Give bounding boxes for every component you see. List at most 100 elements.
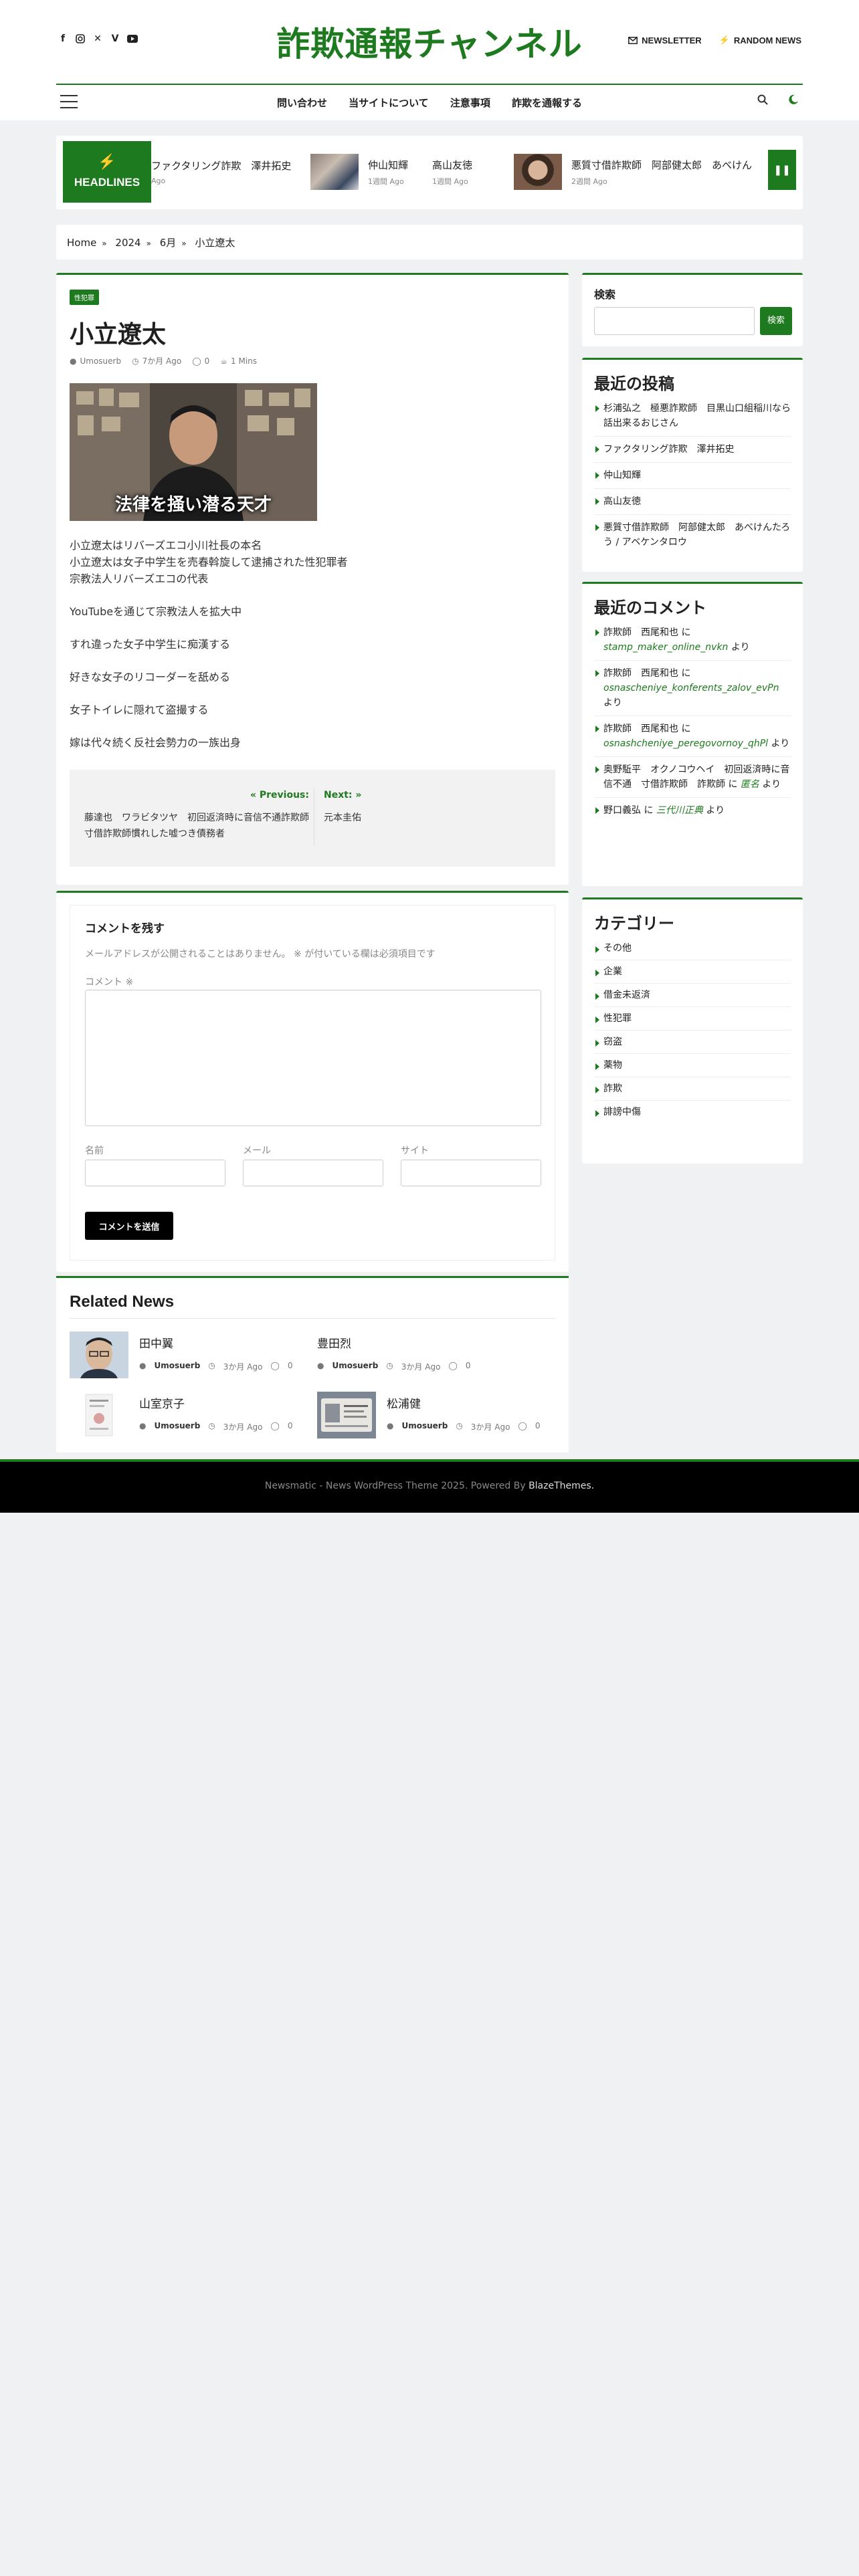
comment-post-link[interactable]: osnascheniye_konferents_zalov_evPn — [603, 683, 779, 693]
chevron-right-icon: » — [181, 239, 187, 248]
ticker-thumbnail[interactable] — [310, 154, 359, 190]
nav-item-contact[interactable]: 問い合わせ — [277, 98, 327, 109]
comment-post-link[interactable]: osnashcheniye_peregovornoy_qhPl — [603, 738, 768, 749]
footer-text: Newsmatic - News WordPress Theme 2025. P… — [264, 1481, 529, 1491]
next-post-title[interactable]: 元本圭佑 — [324, 810, 538, 826]
comment-post-link[interactable]: stamp_maker_online_nvkn — [603, 642, 728, 653]
related-author[interactable]: Umosuerb — [401, 1421, 448, 1432]
related-item[interactable]: 松浦健 ● Umosuerb ◷ 3か月 Ago ◯ 0 — [317, 1392, 551, 1442]
nav-item-notice[interactable]: 注意事項 — [450, 98, 490, 109]
footer-brand-link[interactable]: BlazeThemes. — [529, 1481, 594, 1491]
nav-item-report[interactable]: 詐欺を通報する — [512, 98, 582, 109]
related-title[interactable]: 田中翼 — [139, 1334, 173, 1351]
comment-post-link[interactable]: 匿名 — [741, 779, 759, 790]
category-item[interactable]: 詐欺 — [594, 1077, 791, 1101]
nav-item-about[interactable]: 当サイトについて — [349, 98, 429, 109]
comment-author[interactable]: 詐欺師 西尾和也 — [603, 724, 678, 734]
author-meta[interactable]: ● Umosuerb — [70, 356, 121, 366]
related-thumbnail[interactable] — [70, 1331, 128, 1378]
recent-post-item[interactable]: 杉浦弘之 極悪詐欺師 目黒山口組稲川なら話出来るおじさん — [594, 396, 791, 437]
comment-count-meta[interactable]: ◯ 0 — [192, 356, 209, 366]
next-post-link[interactable]: Next: » 元本圭佑 — [324, 790, 538, 826]
related-author[interactable]: Umosuerb — [154, 1421, 200, 1432]
ticker-item[interactable]: 高山友徳 1週間 Ago — [432, 141, 472, 203]
category-item[interactable]: その他 — [594, 937, 791, 960]
ticker-item[interactable]: 悪質寸借詐欺師 阿部健太郎 あべけん 2週間 Ago — [514, 141, 752, 203]
related-author[interactable]: Umosuerb — [332, 1361, 378, 1372]
related-item[interactable]: 山室京子 ● Umosuerb ◷ 3か月 Ago ◯ 0 — [70, 1392, 304, 1442]
recent-post-item[interactable]: 高山友徳 — [594, 489, 791, 515]
email-input[interactable] — [243, 1160, 383, 1186]
submit-comment-button[interactable]: コメントを送信 — [85, 1212, 173, 1240]
category-item[interactable]: 誹謗中傷 — [594, 1101, 791, 1123]
comment-textarea[interactable] — [85, 990, 541, 1126]
categories-heading: カテゴリー — [594, 915, 674, 933]
category-item[interactable]: 性犯罪 — [594, 1007, 791, 1031]
recent-comments-heading: 最近のコメント — [594, 599, 706, 617]
recent-post-item[interactable]: 悪質寸借詐欺師 阿部健太郎 あべけんたろう / アベケンタロウ — [594, 515, 791, 555]
comment-post-link[interactable]: 三代川正典 — [656, 805, 703, 816]
related-title[interactable]: 豊田烈 — [317, 1334, 351, 1351]
category-item[interactable]: 窃盗 — [594, 1031, 791, 1054]
related-thumbnail[interactable] — [317, 1392, 376, 1438]
recent-comment-item: 詐欺師 西尾和也 に osnascheniye_konferents_zalov… — [594, 661, 791, 716]
comment-tail-text: より — [759, 779, 781, 790]
comment-form: コメントを残す メールアドレスが公開されることはありません。 ※ が付いている欄… — [70, 905, 555, 1261]
category-item[interactable]: 借金未返済 — [594, 984, 791, 1007]
search-icon[interactable] — [757, 94, 768, 105]
comment-icon: ◯ — [270, 1361, 280, 1370]
category-item[interactable]: 企業 — [594, 960, 791, 984]
comment-icon: ◯ — [518, 1421, 527, 1430]
site-input[interactable] — [401, 1160, 541, 1186]
related-author[interactable]: Umosuerb — [154, 1361, 200, 1372]
read-time-meta: ☕ 1 Mins — [220, 356, 257, 366]
paragraph: 宗教法人リバーズエコの代表 — [70, 572, 209, 585]
related-heading: Related News — [70, 1293, 175, 1311]
clock-icon: ◷ — [208, 1421, 215, 1430]
recent-post-item[interactable]: ファクタリング詐欺 澤井拓史 — [594, 437, 791, 463]
ticker-item-title[interactable]: 悪質寸借詐欺師 阿部健太郎 あべけん — [571, 158, 752, 172]
search-input[interactable] — [594, 307, 755, 335]
previous-post-title[interactable]: 藤達也 ワラビタツヤ 初回返済時に音信不通詐欺師 寸借詐欺師慣れした嘘つき債務者 — [84, 810, 318, 842]
breadcrumb-home[interactable]: Home — [67, 237, 96, 249]
ticker-item-title[interactable]: 仲山知輝 — [368, 158, 408, 172]
double-chevron-right-icon: » — [355, 790, 362, 800]
breadcrumb-year[interactable]: 2024 — [115, 237, 140, 249]
recent-post-item[interactable]: 仲山知輝 — [594, 463, 791, 489]
name-input[interactable] — [85, 1160, 225, 1186]
ticker-pause-button[interactable]: ❚❚ — [768, 150, 796, 190]
related-thumbnail[interactable] — [70, 1392, 128, 1438]
dark-mode-moon-icon[interactable] — [788, 94, 799, 105]
search-button[interactable]: 検索 — [760, 307, 792, 335]
headlines-label: ⚡ HEADLINES — [63, 141, 151, 203]
read-time: 1 Mins — [231, 356, 258, 366]
related-comments: 0 — [287, 1421, 293, 1430]
paragraph: 小立遼太はリバーズエコ小川社長の本名 — [70, 539, 262, 552]
comment-section: コメントを残す メールアドレスが公開されることはありません。 ※ が付いている欄… — [56, 891, 569, 1272]
bolt-icon: ⚡ — [98, 153, 116, 170]
related-title[interactable]: 山室京子 — [139, 1394, 185, 1411]
category-item[interactable]: 薬物 — [594, 1054, 791, 1077]
comment-on-text: に — [725, 779, 741, 790]
ticker-item[interactable]: ファクタリング詐欺 澤井拓史 Ago — [151, 141, 291, 203]
ticker-item[interactable]: 仲山知輝 1週間 Ago — [310, 141, 408, 203]
category-badge[interactable]: 性犯罪 — [70, 290, 99, 305]
newsletter-link[interactable]: NEWSLETTER — [628, 35, 702, 45]
related-item[interactable]: 豊田烈 ● Umosuerb ◷ 3か月 Ago ◯ 0 — [317, 1331, 551, 1382]
related-date: 3か月 Ago — [223, 1422, 263, 1432]
related-comments: 0 — [287, 1361, 293, 1370]
ticker-item-date: Ago — [151, 177, 166, 185]
previous-post-link[interactable]: « Previous: 藤達也 ワラビタツヤ 初回返済時に音信不通詐欺師 寸借詐… — [84, 790, 318, 842]
related-item[interactable]: 田中翼 ● Umosuerb ◷ 3か月 Ago ◯ 0 — [70, 1331, 304, 1382]
ticker-item-title[interactable]: ファクタリング詐欺 澤井拓史 — [151, 158, 291, 173]
ticker-item-title[interactable]: 高山友徳 — [432, 158, 472, 172]
comment-author[interactable]: 野口義弘 — [603, 805, 641, 816]
user-icon: ● — [139, 1421, 147, 1430]
author-name[interactable]: Umosuerb — [80, 356, 121, 366]
random-news-link[interactable]: ⚡ RANDOM NEWS — [719, 35, 801, 45]
ticker-thumbnail[interactable] — [514, 154, 562, 190]
comment-author[interactable]: 詐欺師 西尾和也 — [603, 668, 678, 679]
related-title[interactable]: 松浦健 — [387, 1394, 421, 1411]
comment-author[interactable]: 詐欺師 西尾和也 — [603, 627, 678, 638]
breadcrumb-month[interactable]: 6月 — [160, 237, 177, 249]
